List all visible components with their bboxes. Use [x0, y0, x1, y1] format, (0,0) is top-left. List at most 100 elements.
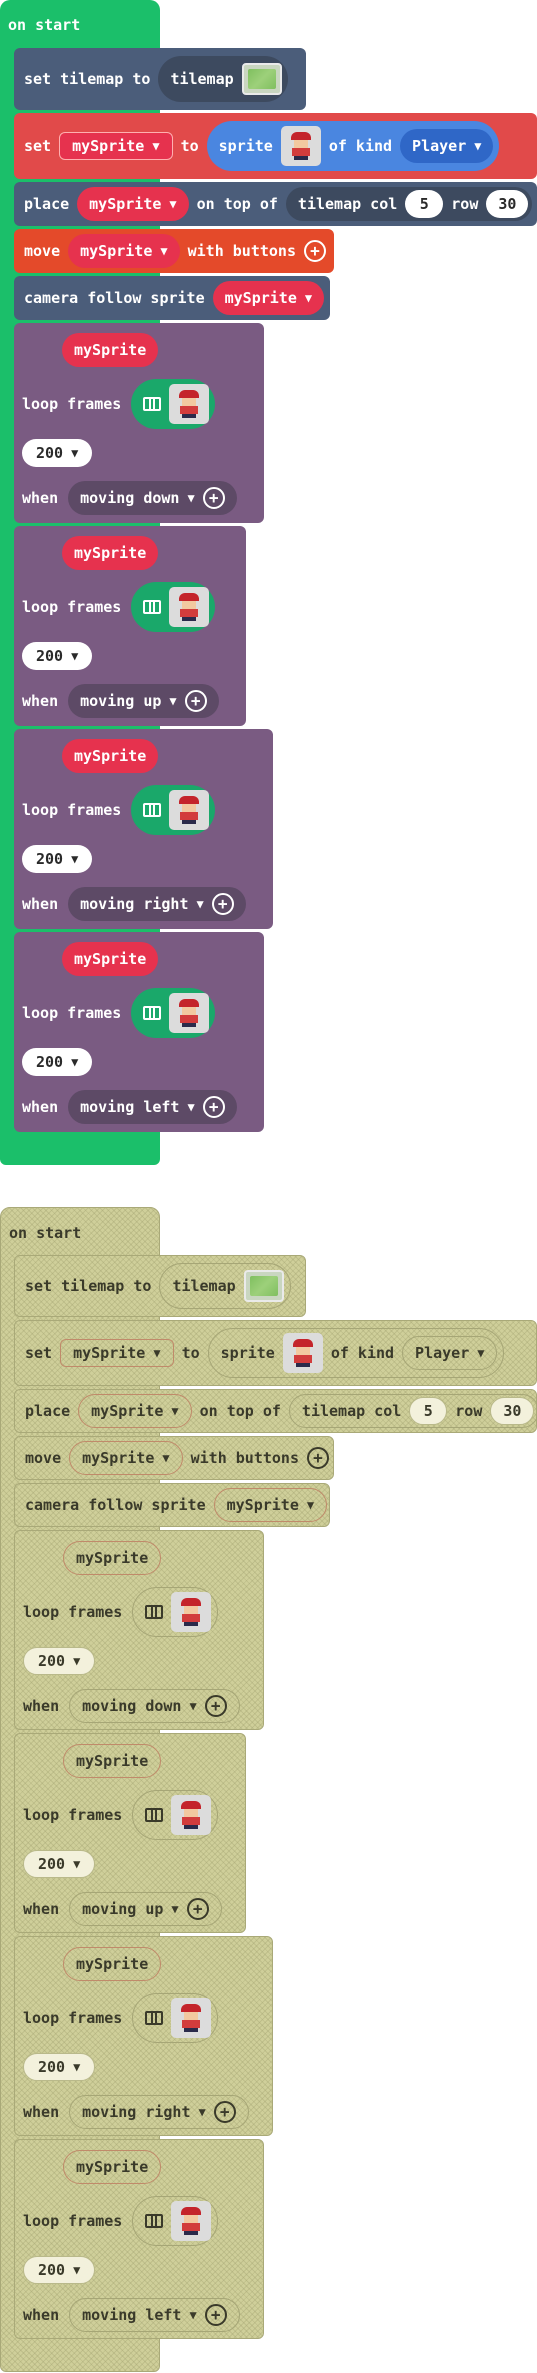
set-tilemap-block[interactable]: set tilemap to tilemap — [14, 48, 306, 110]
interval-dropdown[interactable]: 200 ▼ — [22, 642, 93, 670]
chevron-down-icon: ▼ — [169, 694, 177, 708]
tilemap-thumbnail-icon[interactable] — [241, 63, 282, 95]
expand-plus-icon[interactable]: + — [184, 690, 207, 712]
hero-frame-icon[interactable] — [169, 587, 210, 627]
expand-plus-icon[interactable]: + — [202, 487, 225, 509]
film-icon — [145, 1605, 164, 1619]
frames-pill[interactable] — [131, 582, 216, 632]
interval-value: 200 — [36, 850, 64, 868]
chevron-down-icon: ▼ — [189, 1699, 197, 1713]
animation-sprite-dropdown[interactable]: mySprite — [62, 333, 159, 367]
animation-sprite-dropdown[interactable]: mySprite — [62, 536, 159, 570]
frames-pill[interactable] — [131, 785, 216, 835]
col-input[interactable]: 5 — [405, 190, 444, 218]
hero-frame-icon[interactable] — [169, 384, 210, 424]
expand-plus-icon: + — [306, 1447, 329, 1469]
frames-pill[interactable] — [131, 379, 216, 429]
place-on-tile-block[interactable]: place mySprite ▼ on top of tilemap col 5… — [14, 182, 537, 226]
animation-block-right[interactable]: mySprite loop frames 200 ▼ when moving ri… — [14, 729, 273, 929]
hero-sprite-icon[interactable] — [280, 126, 321, 166]
row-label: row — [455, 1402, 483, 1420]
interval-dropdown[interactable]: 200 ▼ — [22, 845, 93, 873]
move-with-buttons-block[interactable]: move mySprite ▼ with buttons + — [14, 229, 334, 273]
hero-frame-icon[interactable] — [169, 790, 210, 830]
condition-value: moving left — [82, 2306, 182, 2324]
hero-frame-icon[interactable] — [169, 993, 210, 1033]
film-icon — [145, 1808, 164, 1822]
condition-dropdown[interactable]: moving up ▼ + — [68, 684, 219, 718]
interval-dropdown[interactable]: 200 ▼ — [22, 439, 93, 467]
tilemap-pill-label: tilemap — [170, 70, 234, 88]
frames-pill[interactable] — [131, 988, 216, 1038]
interval-value: 200 — [36, 647, 64, 665]
when-label: when — [23, 2306, 60, 2324]
animation-block-left[interactable]: mySprite loop frames 200 ▼ when moving le… — [14, 932, 264, 1132]
sprite-label: sprite — [218, 137, 273, 155]
condition-dropdown[interactable]: moving left ▼ + — [68, 1090, 237, 1124]
frames-pill — [132, 1790, 219, 1840]
when-label: when — [23, 2103, 60, 2121]
move-sprite-dropdown[interactable]: mySprite ▼ — [68, 234, 180, 268]
expand-plus-icon[interactable]: + — [202, 1096, 225, 1118]
when-label: when — [22, 692, 59, 710]
move-sprite-dropdown: mySprite ▼ — [69, 1441, 183, 1475]
animation-block-down: mySprite loop frames 200 ▼ when moving dow… — [14, 1530, 264, 1730]
interval-dropdown[interactable]: 200 ▼ — [22, 1048, 93, 1076]
expand-plus-icon: + — [213, 2101, 236, 2123]
row-input[interactable]: 30 — [486, 190, 529, 218]
hero-frame-icon — [171, 1795, 212, 1835]
place-label: place — [24, 195, 70, 213]
when-label: when — [22, 895, 59, 913]
chevron-down-icon: ▼ — [189, 2308, 197, 2322]
block-stack-primary[interactable]: on start set tilemap to tilemap set mySp… — [0, 0, 537, 1165]
animation-sprite-dropdown[interactable]: mySprite — [62, 942, 159, 976]
condition-dropdown: moving right ▼ + — [69, 2095, 249, 2129]
tilemap-location-pill[interactable]: tilemap col 5 row 30 — [285, 187, 533, 221]
place-on-tile-block: place mySprite ▼ on top of tilemap col 5… — [14, 1389, 537, 1433]
animation-sprite-dropdown: mySprite — [63, 1541, 162, 1575]
camera-follow-block: camera follow sprite mySprite ▼ — [14, 1483, 330, 1527]
expand-plus-icon[interactable]: + — [303, 240, 326, 262]
animation-block-down[interactable]: mySprite loop frames 200 ▼ when moving do… — [14, 323, 264, 523]
sprite-label: sprite — [220, 1344, 275, 1362]
loop-frames-label: loop frames — [22, 395, 122, 413]
loop-frames-label: loop frames — [23, 1603, 123, 1621]
interval-value: 200 — [36, 1053, 64, 1071]
sprite-variable-dropdown[interactable]: mySprite ▼ — [59, 132, 173, 160]
chevron-down-icon: ▼ — [196, 897, 204, 911]
variable-name: mySprite — [82, 1449, 155, 1467]
row-input: 30 — [490, 1397, 535, 1425]
chevron-down-icon: ▼ — [187, 491, 195, 505]
condition-dropdown[interactable]: moving right ▼ + — [68, 887, 246, 921]
to-label: to — [180, 137, 199, 155]
expand-plus-icon[interactable]: + — [211, 893, 234, 915]
tilemap-thumbnail-icon — [243, 1270, 284, 1302]
when-label: when — [23, 1697, 60, 1715]
animation-sprite-dropdown: mySprite — [63, 1947, 162, 1981]
event-title: on start — [9, 1224, 82, 1242]
place-sprite-dropdown[interactable]: mySprite ▼ — [77, 187, 189, 221]
camera-sprite-dropdown[interactable]: mySprite ▼ — [212, 281, 325, 315]
loop-frames-label: loop frames — [22, 598, 122, 616]
camera-follow-block[interactable]: camera follow sprite mySprite ▼ — [14, 276, 330, 320]
condition-value: moving left — [80, 1098, 180, 1116]
block-stack-ghost: on start set tilemap to tilemap set mySp… — [0, 1207, 537, 2373]
film-icon — [143, 1006, 162, 1020]
chevron-down-icon: ▼ — [71, 852, 79, 866]
set-sprite-block[interactable]: set mySprite ▼ to sprite of kind Player … — [14, 113, 537, 179]
kind-dropdown[interactable]: Player ▼ — [400, 129, 494, 163]
create-sprite-pill[interactable]: sprite of kind Player ▼ — [206, 121, 500, 171]
animation-sprite-dropdown[interactable]: mySprite — [62, 739, 159, 773]
chevron-down-icon: ▼ — [198, 2105, 206, 2119]
film-icon — [143, 803, 162, 817]
variable-name: mySprite — [89, 195, 162, 213]
set-sprite-block: set mySprite ▼ to sprite of kind Player … — [14, 1320, 537, 1386]
tilemap-pill[interactable]: tilemap — [158, 56, 288, 102]
loop-frames-label: loop frames — [22, 1004, 122, 1022]
move-label: move — [25, 1449, 62, 1467]
move-label: move — [24, 242, 61, 260]
animation-block-up[interactable]: mySprite loop frames 200 ▼ when moving up… — [14, 526, 246, 726]
chevron-down-icon: ▼ — [71, 446, 79, 460]
condition-dropdown[interactable]: moving down ▼ + — [68, 481, 237, 515]
when-label: when — [23, 1900, 60, 1918]
